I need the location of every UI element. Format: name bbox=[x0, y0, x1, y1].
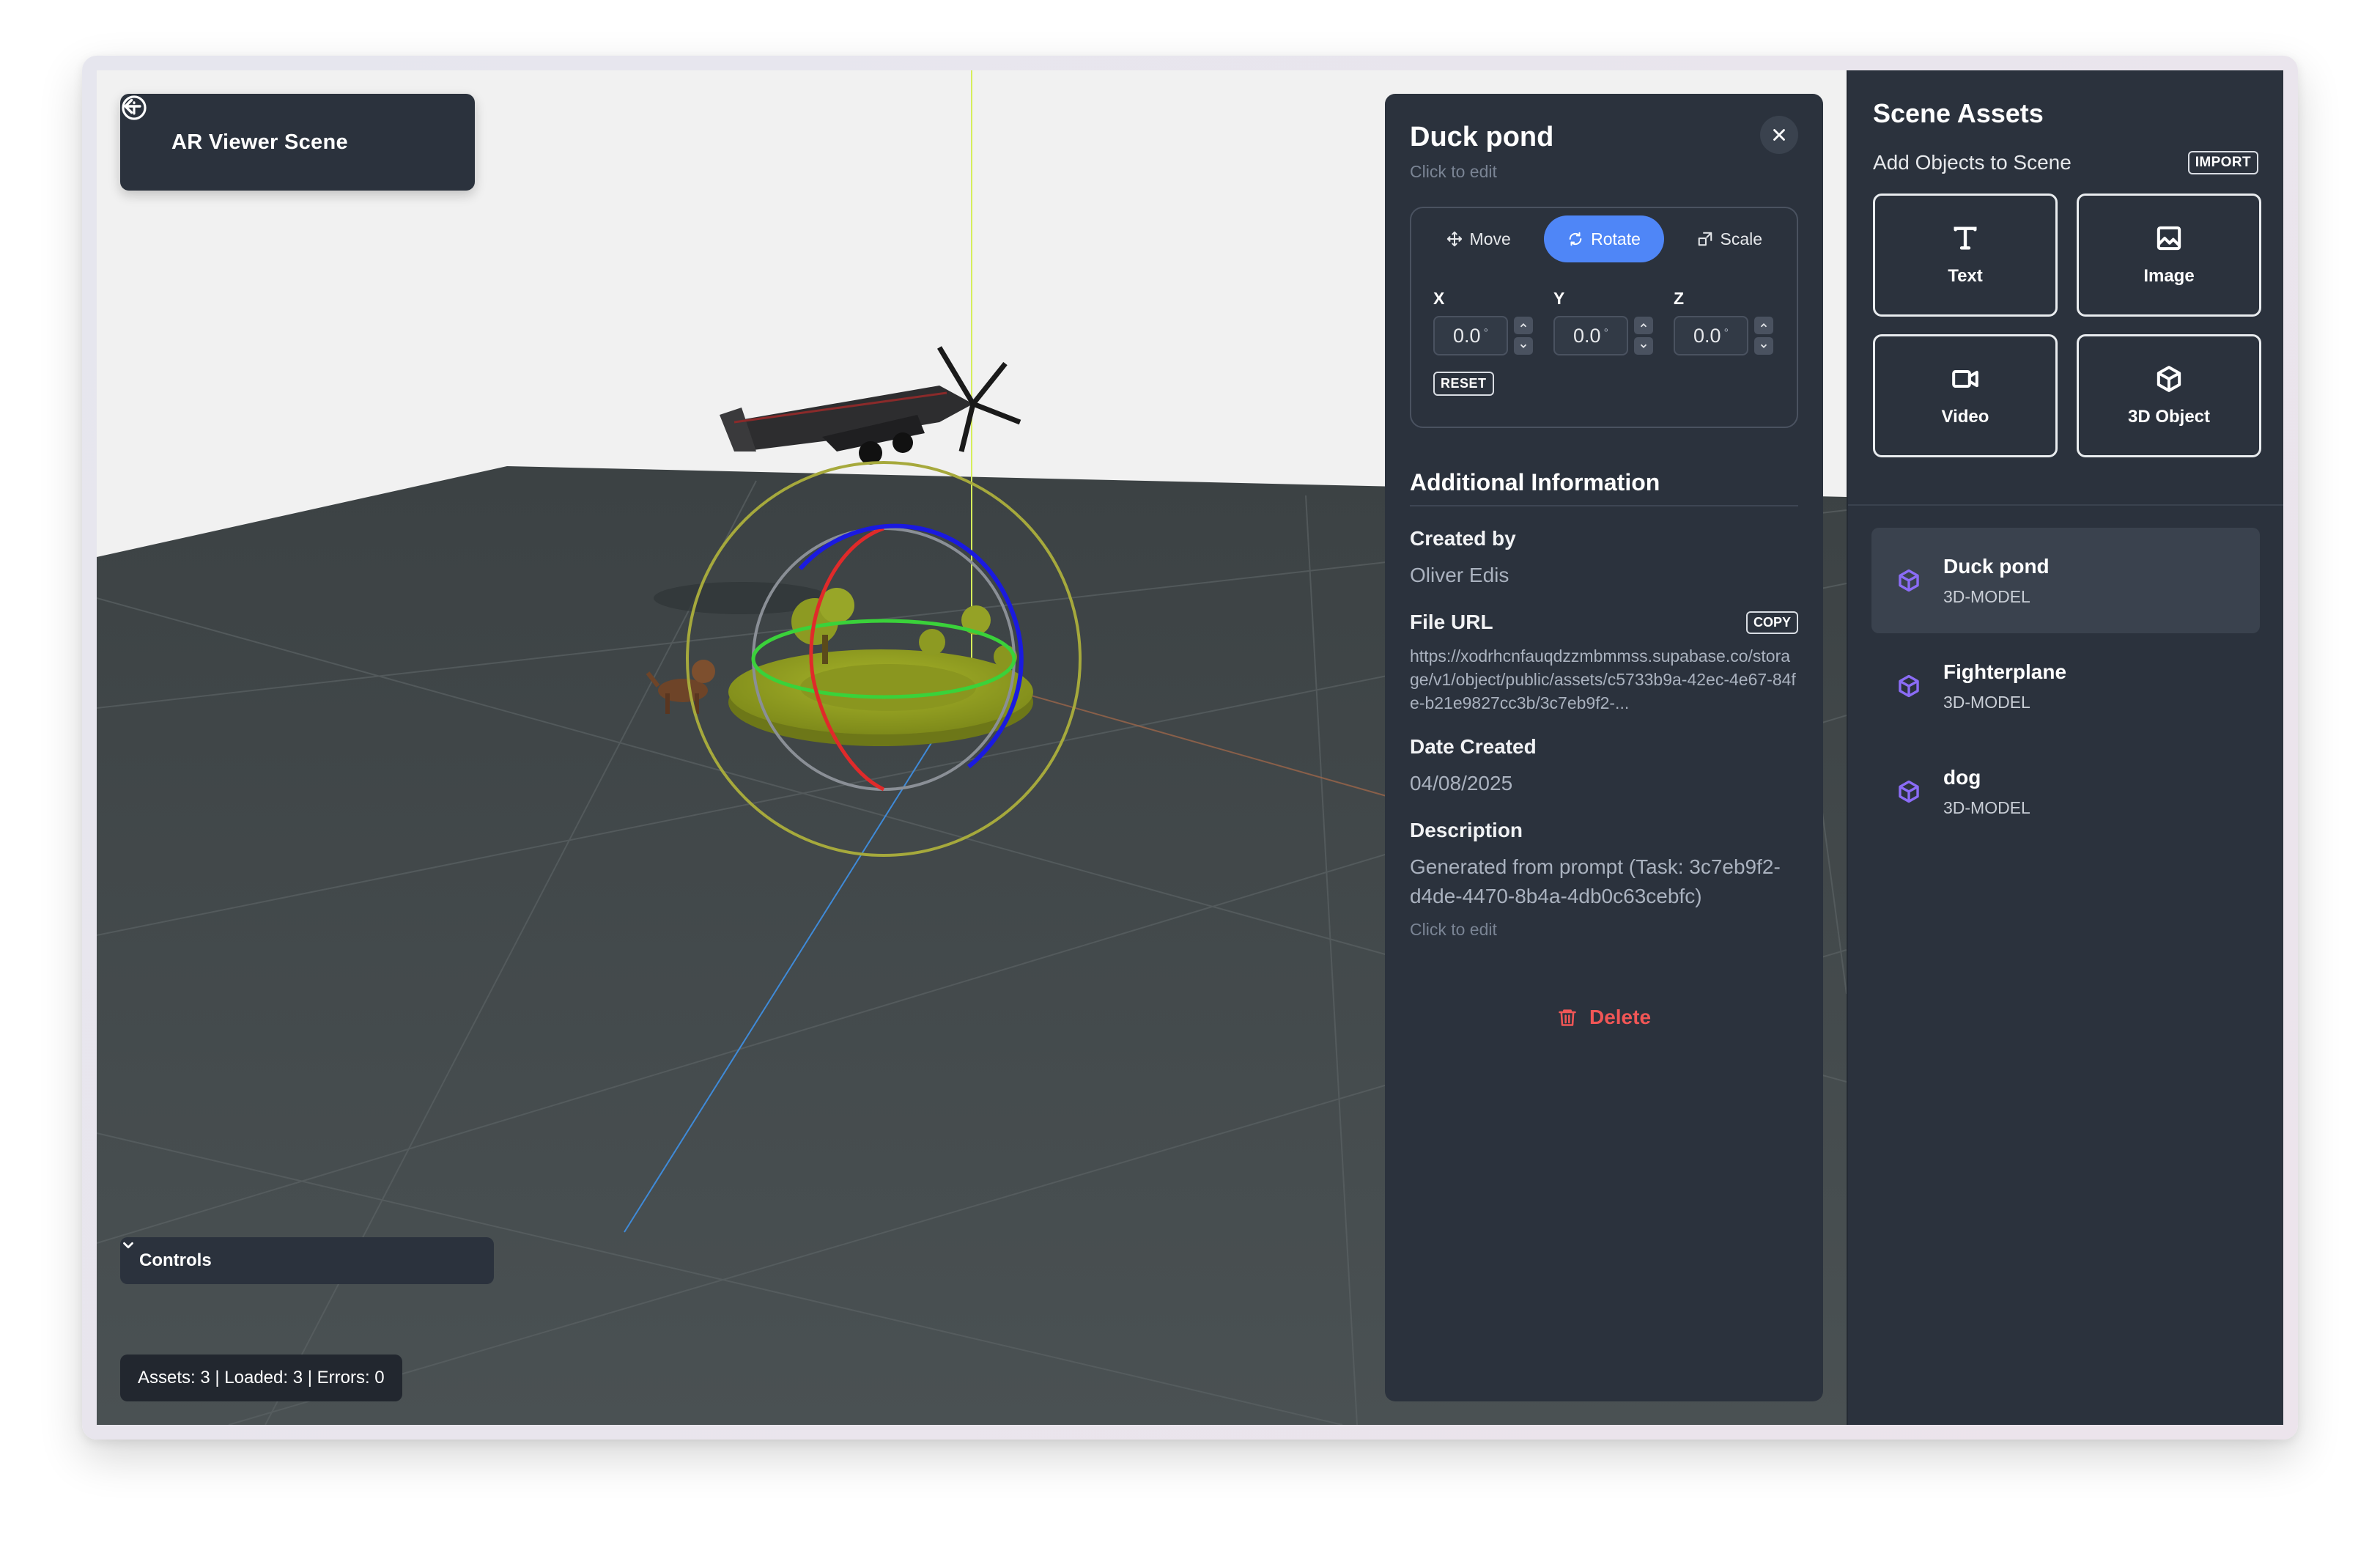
cube-icon bbox=[1899, 674, 1919, 698]
cube-icon bbox=[1899, 780, 1919, 803]
asset-type: 3D-MODEL bbox=[1943, 797, 2030, 817]
text-icon bbox=[1954, 226, 1977, 250]
add-text-label: Text bbox=[1948, 266, 1983, 286]
add-3d-object-label: 3D Object bbox=[2127, 407, 2211, 427]
trash-icon bbox=[1559, 1009, 1576, 1026]
scale-icon bbox=[1698, 232, 1712, 246]
scene-assets-sidebar: Scene Assets Add Objects to Scene IMPORT… bbox=[1847, 70, 2283, 1425]
scale-mode-label: Scale bbox=[1720, 229, 1763, 248]
axis-x-input[interactable]: 0.0 ° bbox=[1433, 316, 1508, 355]
add-video-label: Video bbox=[1941, 407, 1989, 427]
chevron-down-icon[interactable] bbox=[1514, 337, 1533, 355]
description-value[interactable]: Generated from prompt (Task: 3c7eb9f2-d4… bbox=[1410, 852, 1798, 911]
axis-x-stepper bbox=[1514, 317, 1533, 355]
asset-name: Fighterplane bbox=[1943, 660, 2067, 683]
axis-z-label: Z bbox=[1674, 289, 1685, 308]
controls-dropdown[interactable]: Controls bbox=[120, 1237, 494, 1284]
move-icon bbox=[1446, 231, 1462, 247]
file-url-value: https://xodrhcnfauqdzzmbmmss.supabase.co… bbox=[1410, 646, 1796, 712]
chevron-up-icon[interactable] bbox=[1634, 317, 1653, 334]
video-icon bbox=[1952, 370, 1978, 388]
asset-type: 3D-MODEL bbox=[1943, 692, 2030, 712]
transform-mode-toggle: Move Rotate Scale bbox=[1419, 215, 1789, 262]
copy-url-button[interactable]: COPY bbox=[1745, 611, 1798, 634]
object-properties-panel: Duck pond Click to edit Move Rotate Scal… bbox=[1385, 94, 1823, 1401]
chevron-up-icon[interactable] bbox=[1514, 317, 1533, 334]
rotate-icon bbox=[1569, 232, 1582, 246]
axis-y-stepper bbox=[1634, 317, 1653, 355]
chevron-down-icon[interactable] bbox=[1754, 337, 1773, 355]
app-window: AR Viewer Scene Controls Assets: 3 | Loa… bbox=[97, 70, 2283, 1425]
add-objects-label: Add Objects to Scene bbox=[1873, 151, 2072, 174]
transform-controls: Move Rotate Scale X 0.0 ° Y 0.0 ° Z 0.0 … bbox=[1410, 207, 1798, 428]
import-button[interactable]: IMPORT bbox=[2187, 151, 2258, 174]
description-label: Description bbox=[1410, 819, 1523, 841]
object-name-hint: Click to edit bbox=[1410, 162, 1497, 181]
delete-button[interactable]: Delete bbox=[1410, 1006, 1798, 1029]
description-hint: Click to edit bbox=[1410, 920, 1497, 939]
file-url-header: File URL COPY bbox=[1410, 611, 1798, 634]
axis-y: Y 0.0 ° bbox=[1553, 289, 1656, 355]
created-by-value: Oliver Edis bbox=[1410, 564, 1509, 586]
chevron-down-icon[interactable] bbox=[1634, 337, 1653, 355]
axis-x-label: X bbox=[1433, 289, 1445, 308]
asset-list: Duck pond 3D-MODEL Fighterplane 3D-MODEL… bbox=[1848, 506, 2283, 844]
add-object-tiles: Text Image Video 3D Object bbox=[1873, 194, 2261, 457]
axis-x: X 0.0 ° bbox=[1433, 289, 1536, 355]
cube-icon bbox=[1899, 569, 1919, 592]
close-icon bbox=[1773, 129, 1785, 141]
move-mode-label: Move bbox=[1469, 229, 1511, 248]
rotation-axes: X 0.0 ° Y 0.0 ° Z 0.0 ° bbox=[1419, 289, 1789, 355]
created-by-label: Created by bbox=[1410, 527, 1516, 550]
controls-label: Controls bbox=[139, 1250, 212, 1270]
status-text: Assets: 3 | Loaded: 3 | Errors: 0 bbox=[138, 1368, 385, 1387]
axis-y-input[interactable]: 0.0 ° bbox=[1553, 316, 1628, 355]
asset-item-duck-pond[interactable]: Duck pond 3D-MODEL bbox=[1871, 528, 2260, 633]
delete-label: Delete bbox=[1589, 1006, 1652, 1028]
add-text-button[interactable]: Text bbox=[1873, 194, 2058, 317]
date-created-value: 04/08/2025 bbox=[1410, 772, 1513, 795]
axis-y-label: Y bbox=[1553, 289, 1565, 308]
axis-z-value: 0.0 bbox=[1693, 324, 1721, 347]
cube-icon bbox=[2157, 366, 2181, 392]
file-url-label: File URL bbox=[1410, 611, 1493, 633]
axis-z: Z 0.0 ° bbox=[1674, 289, 1776, 355]
axis-z-input[interactable]: 0.0 ° bbox=[1674, 316, 1748, 355]
date-created-label: Date Created bbox=[1410, 735, 1537, 758]
scene-assets-title: Scene Assets bbox=[1873, 98, 2044, 128]
object-name[interactable]: Duck pond bbox=[1410, 122, 1798, 153]
additional-info-heading: Additional Information bbox=[1410, 469, 1798, 506]
axis-x-unit: ° bbox=[1483, 327, 1488, 339]
add-3d-object-button[interactable]: 3D Object bbox=[2077, 334, 2261, 457]
scene-title: AR Viewer Scene bbox=[171, 130, 348, 154]
status-bar: Assets: 3 | Loaded: 3 | Errors: 0 bbox=[120, 1354, 402, 1401]
add-video-button[interactable]: Video bbox=[1873, 334, 2058, 457]
file-url-field: File URL COPY https://xodrhcnfauqdzzmbmm… bbox=[1410, 611, 1798, 715]
axis-y-value: 0.0 bbox=[1573, 324, 1601, 347]
created-by-field: Created by Oliver Edis bbox=[1410, 527, 1798, 590]
image-icon bbox=[2157, 226, 2181, 251]
rotate-mode-button[interactable]: Rotate bbox=[1544, 215, 1664, 262]
date-created-field: Date Created 04/08/2025 bbox=[1410, 735, 1798, 798]
rotate-mode-label: Rotate bbox=[1591, 229, 1641, 248]
scale-mode-button[interactable]: Scale bbox=[1670, 215, 1789, 262]
description-field: Description Generated from prompt (Task:… bbox=[1410, 819, 1798, 940]
reset-button[interactable]: RESET bbox=[1433, 372, 1494, 396]
chevron-up-icon[interactable] bbox=[1754, 317, 1773, 334]
axis-z-unit: ° bbox=[1723, 327, 1729, 339]
asset-name: dog bbox=[1943, 765, 1981, 789]
axis-y-unit: ° bbox=[1603, 327, 1608, 339]
asset-item-dog[interactable]: dog 3D-MODEL bbox=[1871, 739, 2260, 844]
asset-item-fighterplane[interactable]: Fighterplane 3D-MODEL bbox=[1871, 633, 2260, 739]
add-image-button[interactable]: Image bbox=[2077, 194, 2261, 317]
axis-z-stepper bbox=[1754, 317, 1773, 355]
axis-x-value: 0.0 bbox=[1453, 324, 1481, 347]
add-image-label: Image bbox=[2143, 266, 2195, 286]
move-mode-button[interactable]: Move bbox=[1419, 215, 1538, 262]
asset-name: Duck pond bbox=[1943, 554, 2050, 578]
scene-header: AR Viewer Scene bbox=[120, 94, 475, 191]
close-panel-button[interactable] bbox=[1760, 116, 1798, 154]
asset-type: 3D-MODEL bbox=[1943, 586, 2030, 606]
